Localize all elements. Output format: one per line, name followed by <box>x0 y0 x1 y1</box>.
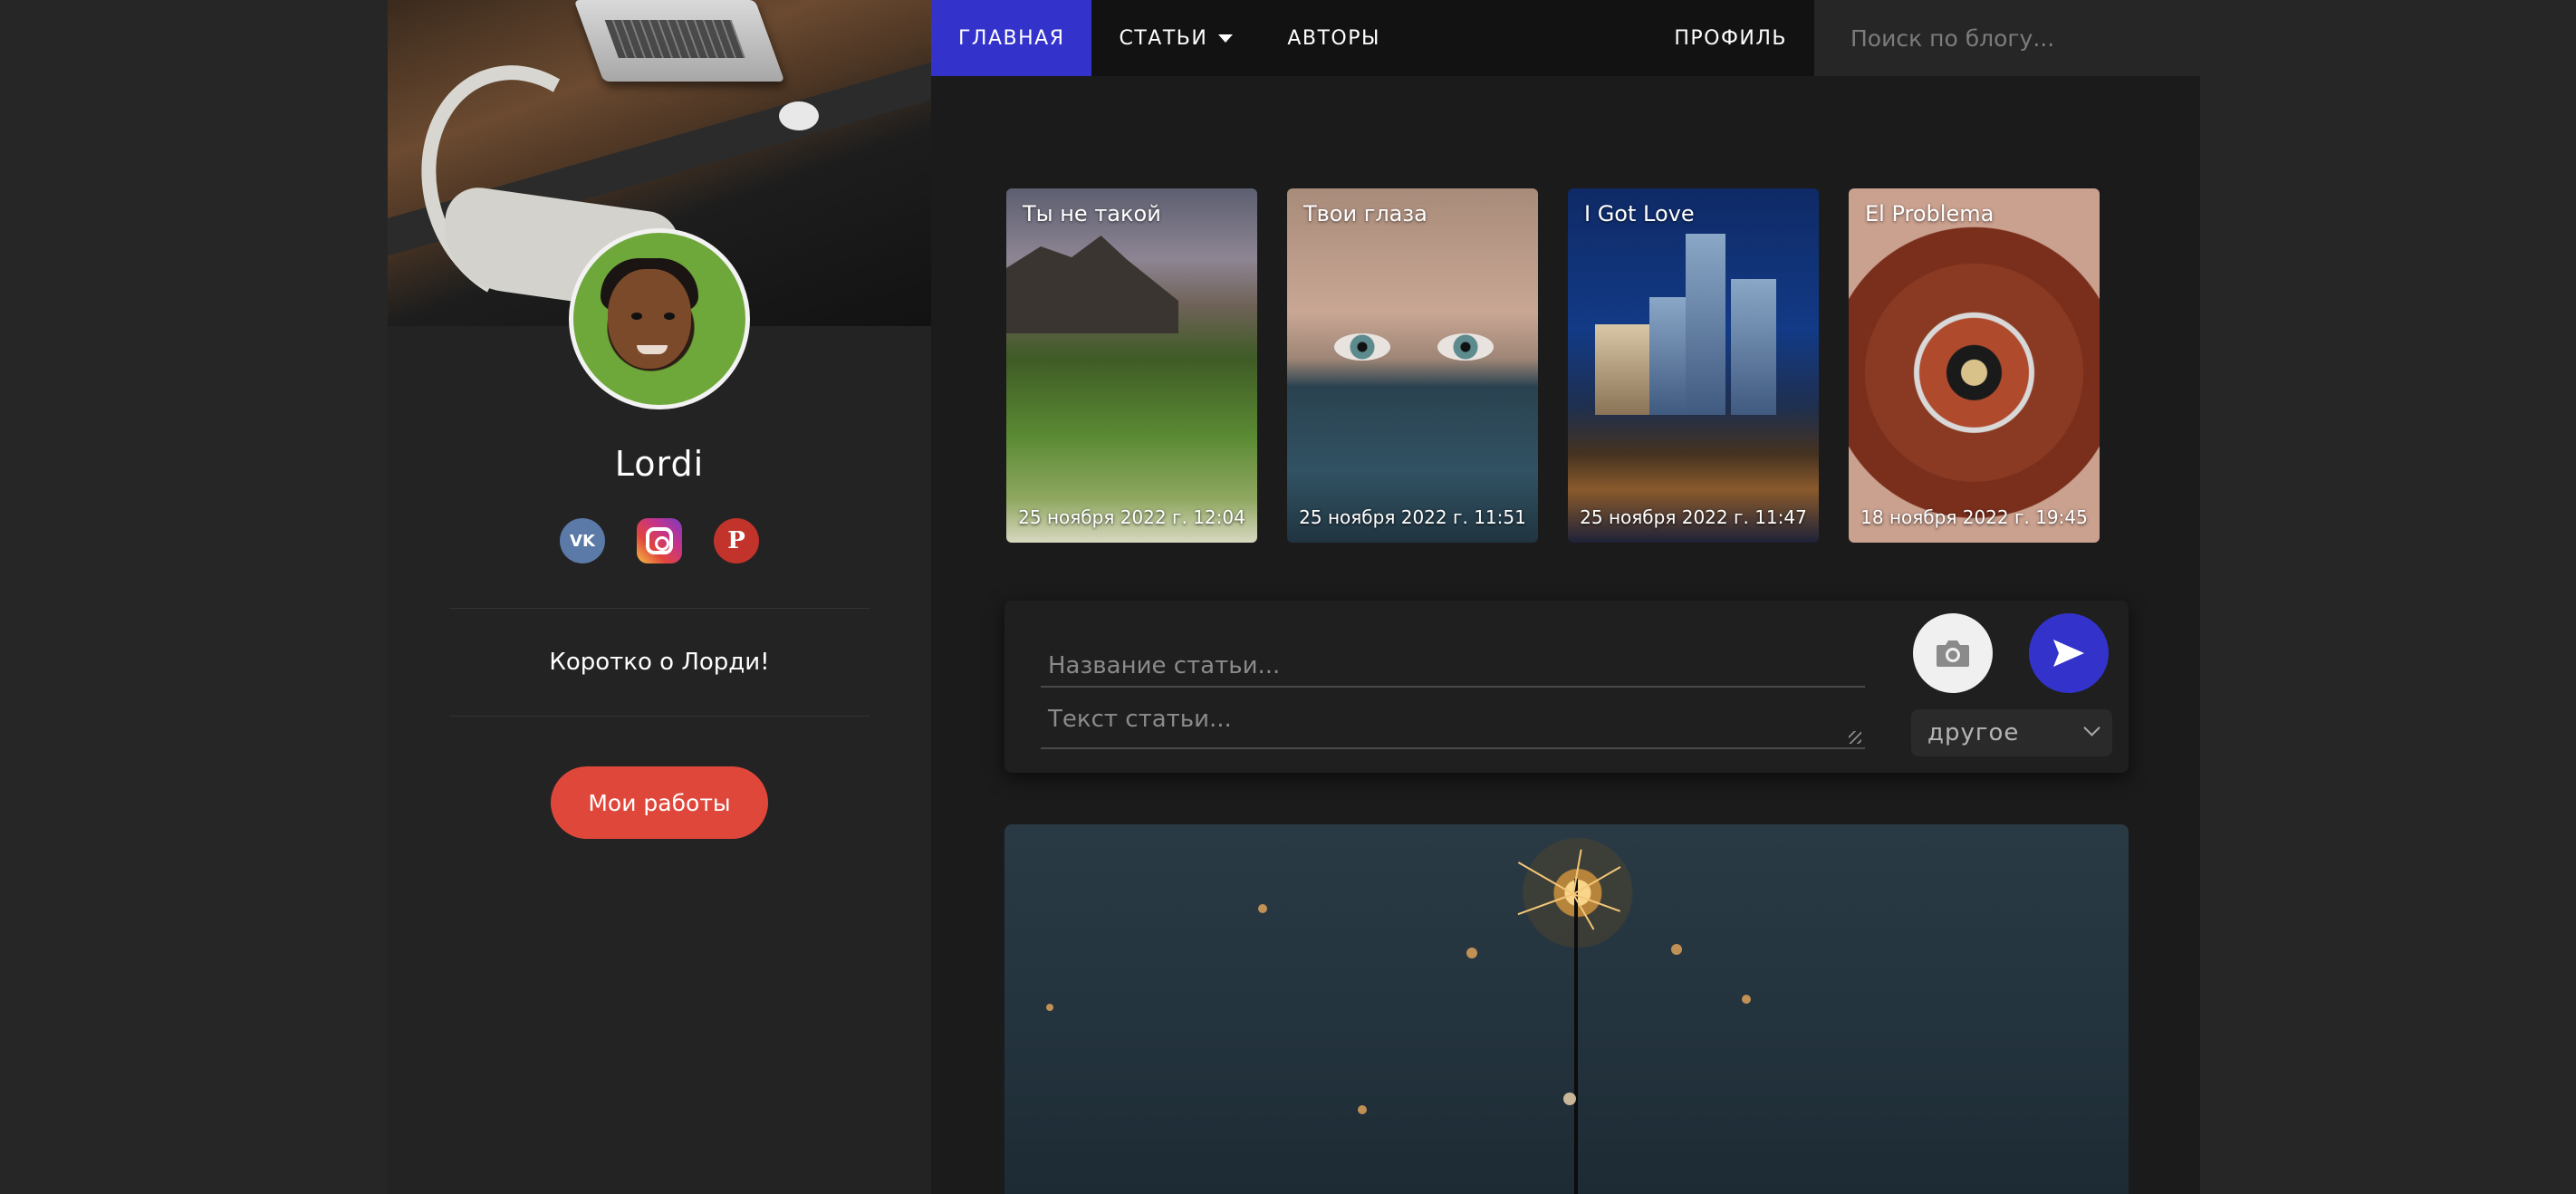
story-title: Твои глаза <box>1303 201 1427 226</box>
nav-articles-label: СТАТЬИ <box>1119 26 1208 50</box>
story-card[interactable]: Твои глаза 25 ноября 2022 г. 11:51 <box>1287 188 1538 543</box>
top-nav: ГЛАВНАЯ СТАТЬИ АВТОРЫ ПРОФИЛЬ <box>931 0 1814 76</box>
story-card[interactable]: Ты не такой 25 ноября 2022 г. 12:04 <box>1006 188 1257 543</box>
vk-icon[interactable]: VK <box>560 518 605 563</box>
my-works-button[interactable]: Мои работы <box>551 766 768 839</box>
featured-post-image[interactable] <box>1004 824 2129 1194</box>
nav-home[interactable]: ГЛАВНАЯ <box>931 0 1092 76</box>
chevron-down-icon <box>2083 719 2100 737</box>
story-title: I Got Love <box>1584 201 1695 226</box>
story-date: 18 ноября 2022 г. 19:45 <box>1860 506 2088 528</box>
publish-button[interactable] <box>2029 613 2109 693</box>
send-icon <box>2053 640 2084 667</box>
nav-authors[interactable]: АВТОРЫ <box>1260 0 1408 76</box>
story-title: Ты не такой <box>1023 201 1161 226</box>
category-select[interactable]: другое <box>1911 709 2112 756</box>
nav-articles[interactable]: СТАТЬИ <box>1091 0 1260 76</box>
search-input[interactable] <box>1850 24 2177 52</box>
divider <box>449 608 870 609</box>
caret-down-icon <box>1218 34 1234 43</box>
article-text-field <box>1041 700 1865 749</box>
article-title-input[interactable] <box>1041 646 1865 686</box>
nav-profile[interactable]: ПРОФИЛЬ <box>1647 0 1814 76</box>
article-text-input[interactable] <box>1041 700 1865 746</box>
camera-icon <box>1937 640 1969 667</box>
instagram-icon[interactable] <box>637 518 682 563</box>
about-text: Коротко о Лорди! <box>549 649 770 676</box>
profile-sidebar: Lordi VK P Коротко о Лорди! Мои работы <box>388 0 931 1194</box>
main-content: Ты не такой 25 ноября 2022 г. 12:04 Твои… <box>931 76 2200 1194</box>
attach-photo-button[interactable] <box>1913 613 1993 693</box>
category-value: другое <box>1927 719 2020 746</box>
story-date: 25 ноября 2022 г. 12:04 <box>1018 506 1245 528</box>
story-date: 25 ноября 2022 г. 11:47 <box>1580 506 1807 528</box>
resize-handle-icon[interactable] <box>1849 731 1861 744</box>
pinterest-icon[interactable]: P <box>714 518 759 563</box>
story-date: 25 ноября 2022 г. 11:51 <box>1299 506 1526 528</box>
article-title-field <box>1041 646 1865 688</box>
divider <box>449 716 870 717</box>
social-links: VK P <box>388 518 931 563</box>
story-title: El Problema <box>1865 201 1994 226</box>
story-card[interactable]: El Problema 18 ноября 2022 г. 19:45 <box>1849 188 2100 543</box>
username: Lordi <box>614 444 705 484</box>
avatar[interactable] <box>569 228 750 409</box>
search-box <box>1814 0 2200 76</box>
story-card[interactable]: I Got Love 25 ноября 2022 г. 11:47 <box>1568 188 1819 543</box>
article-composer: другое <box>1004 601 2129 773</box>
